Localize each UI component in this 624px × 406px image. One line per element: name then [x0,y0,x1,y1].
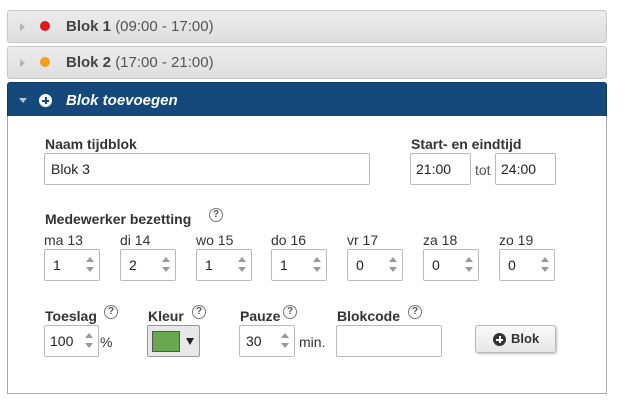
day-label: zo 19 [499,232,534,248]
day-label: vr 17 [347,232,379,248]
day-label: do 16 [271,232,307,248]
block-time: (09:00 - 17:00) [115,18,214,35]
day-staff-value: 0 [356,257,364,273]
surcharge-input[interactable]: 100 [44,325,99,357]
day-label: za 18 [423,232,458,248]
day-staff-input[interactable]: 1 [271,249,327,281]
spinner-arrows-icon[interactable] [85,256,95,274]
dropdown-caret-icon [186,338,194,345]
code-label: Blokcode [337,308,401,324]
help-icon[interactable]: ? [283,305,297,319]
start-time-input[interactable]: 21:00 [410,153,471,185]
day-staff-value: 0 [432,257,440,273]
pause-label: Pauze [240,308,281,324]
surcharge-label: Toeslag [45,308,97,324]
time-label: Start- en eindtijd [411,136,522,152]
add-block-button-label: Blok [511,331,540,346]
day-staff-input[interactable]: 0 [499,249,555,281]
spinner-arrows-icon[interactable] [312,256,322,274]
name-label: Naam tijdblok [45,136,137,152]
add-block-title: Blok toevoegen [66,92,178,109]
spinner-arrows-icon[interactable] [280,332,290,350]
help-icon[interactable]: ? [408,305,422,319]
pause-input[interactable]: 30 [239,325,295,357]
day-label: ma 13 [44,232,83,248]
plus-circle-icon [493,333,506,346]
help-icon[interactable]: ? [209,208,223,222]
name-input[interactable]: Blok 3 [44,153,370,185]
day-staff-input[interactable]: 2 [120,249,176,281]
color-swatch [152,331,180,352]
help-icon[interactable]: ? [104,305,118,319]
spinner-arrows-icon[interactable] [388,256,398,274]
block-1-header[interactable]: Blok 1 (09:00 - 17:00) [7,10,607,43]
day-staff-value: 1 [280,257,288,273]
day-staff-input[interactable]: 0 [423,249,479,281]
color-label: Kleur [148,308,184,324]
block-name: Blok 2 [66,54,112,71]
spinner-arrows-icon[interactable] [540,256,550,274]
block-2-header[interactable]: Blok 2 (17:00 - 21:00) [7,46,607,79]
block-2-title: Blok 2 (17:00 - 21:00) [66,54,214,71]
staffing-label: Medewerker bezetting [45,211,192,227]
day-staff-input[interactable]: 1 [196,249,252,281]
status-dot-icon [40,21,50,31]
plus-circle-icon [39,94,52,107]
block-time: (17:00 - 21:00) [115,54,214,71]
collapse-triangle-icon [19,98,27,103]
add-block-button[interactable]: Blok [475,325,556,353]
spinner-arrows-icon[interactable] [161,256,171,274]
code-input[interactable] [336,325,442,357]
add-block-header[interactable]: Blok toevoegen [7,82,607,117]
spinner-arrows-icon[interactable] [237,256,247,274]
surcharge-unit: % [100,334,113,350]
expand-triangle-icon [20,59,25,67]
day-label: wo 15 [196,232,234,248]
day-label: di 14 [120,232,151,248]
expand-triangle-icon [20,23,25,31]
day-staff-value: 0 [508,257,516,273]
day-staff-value: 2 [129,257,137,273]
surcharge-value: 100 [50,333,74,349]
end-time-input[interactable]: 24:00 [495,153,556,185]
spinner-arrows-icon[interactable] [84,332,94,350]
help-icon[interactable]: ? [192,305,206,319]
block-1-title: Blok 1 (09:00 - 17:00) [66,18,214,35]
spinner-arrows-icon[interactable] [464,256,474,274]
pause-unit: min. [299,334,326,350]
day-staff-input[interactable]: 1 [44,249,100,281]
status-dot-icon [40,57,50,67]
block-name: Blok 1 [66,18,112,35]
day-staff-value: 1 [205,257,213,273]
day-staff-value: 1 [53,257,61,273]
color-select[interactable] [147,325,200,357]
day-staff-input[interactable]: 0 [347,249,403,281]
to-label: tot [475,162,491,178]
pause-value: 30 [246,333,262,349]
